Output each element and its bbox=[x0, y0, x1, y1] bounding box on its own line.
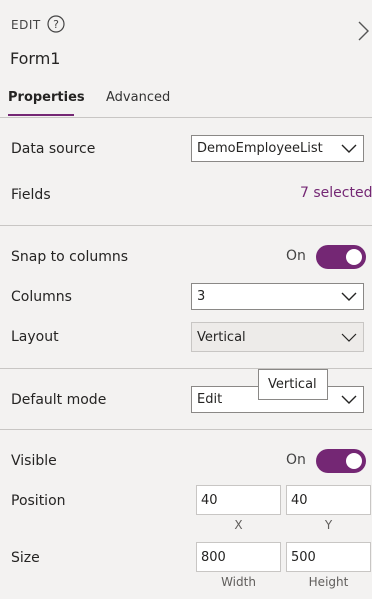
snap-to-columns-label: Snap to columns bbox=[11, 249, 129, 265]
layout-value: Vertical bbox=[197, 330, 246, 345]
toggle-knob bbox=[346, 249, 362, 265]
layout-label: Layout bbox=[11, 329, 59, 345]
layout-tooltip: Vertical bbox=[258, 369, 328, 400]
divider bbox=[0, 117, 372, 118]
size-height-input[interactable]: 500 bbox=[286, 542, 371, 572]
default-mode-label: Default mode bbox=[11, 392, 107, 408]
position-y-input[interactable]: 40 bbox=[286, 485, 371, 515]
tooltip-text: Vertical bbox=[268, 377, 317, 392]
visible-toggle[interactable] bbox=[316, 449, 366, 473]
size-width-input[interactable]: 800 bbox=[196, 542, 281, 572]
visible-label: Visible bbox=[11, 453, 57, 469]
tab-properties[interactable]: Properties bbox=[8, 90, 85, 105]
data-source-value: DemoEmployeeList bbox=[197, 141, 323, 156]
position-x-input[interactable]: 40 bbox=[196, 485, 281, 515]
snap-to-columns-state: On bbox=[286, 248, 306, 264]
data-source-dropdown[interactable]: DemoEmployeeList bbox=[191, 135, 364, 162]
layout-dropdown[interactable]: Vertical bbox=[191, 322, 364, 352]
active-tab-indicator bbox=[8, 114, 74, 116]
visible-state: On bbox=[286, 452, 306, 468]
size-height-caption: Height bbox=[308, 575, 349, 589]
mode-label: EDIT bbox=[11, 18, 41, 32]
size-width-value: 800 bbox=[201, 550, 226, 565]
chevron-down-icon bbox=[341, 292, 357, 301]
fields-label: Fields bbox=[11, 187, 51, 203]
data-source-label: Data source bbox=[11, 141, 96, 157]
divider bbox=[0, 225, 372, 226]
size-label: Size bbox=[11, 550, 40, 566]
divider bbox=[0, 429, 372, 430]
columns-value: 3 bbox=[197, 289, 206, 304]
columns-dropdown[interactable]: 3 bbox=[191, 283, 364, 310]
help-icon[interactable]: ? bbox=[47, 15, 65, 33]
chevron-down-icon bbox=[341, 395, 357, 404]
form-title: Form1 bbox=[10, 49, 61, 68]
position-y-value: 40 bbox=[291, 493, 308, 508]
default-mode-value: Edit bbox=[197, 392, 223, 407]
chevron-down-icon bbox=[341, 144, 357, 153]
chevron-down-icon bbox=[341, 333, 357, 342]
fields-selected-link[interactable]: 7 selected bbox=[300, 185, 372, 201]
snap-to-columns-toggle[interactable] bbox=[316, 245, 366, 269]
size-width-caption: Width bbox=[221, 575, 256, 589]
position-x-value: 40 bbox=[201, 493, 218, 508]
position-x-caption: X bbox=[234, 518, 243, 532]
position-y-caption: Y bbox=[324, 518, 333, 532]
svg-text:?: ? bbox=[53, 18, 59, 31]
columns-label: Columns bbox=[11, 289, 72, 305]
chevron-right-icon[interactable] bbox=[356, 20, 370, 42]
size-height-value: 500 bbox=[291, 550, 316, 565]
tab-advanced[interactable]: Advanced bbox=[106, 90, 170, 105]
position-label: Position bbox=[11, 493, 66, 509]
toggle-knob bbox=[346, 453, 362, 469]
